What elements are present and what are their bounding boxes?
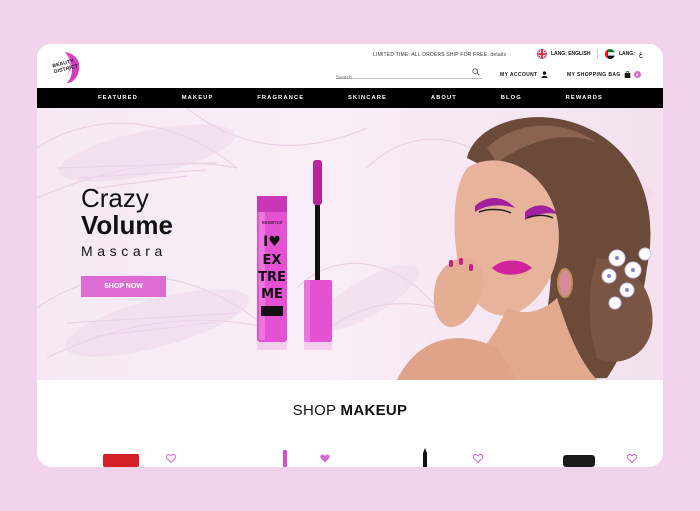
model-image <box>397 117 653 380</box>
wishlist-heart-icon[interactable] <box>473 454 483 463</box>
language-english-label: LANG: ENGLISH <box>551 51 591 57</box>
nav-item-featured[interactable]: FEATURED <box>98 95 138 101</box>
nav-item-skincare[interactable]: SKINCARE <box>348 95 387 101</box>
hero-banner: Crazy Volume Mascara SHOP NOW essence I♥… <box>37 108 663 380</box>
bag-icon <box>624 71 631 78</box>
wishlist-heart-icon-filled[interactable] <box>320 454 330 463</box>
uae-flag-icon <box>605 49 615 59</box>
nav-item-makeup[interactable]: MAKEUP <box>182 95 214 101</box>
arabic-glyph: ع <box>638 51 644 58</box>
hero-title-line3: Mascara <box>81 243 167 259</box>
nav-item-fragrance[interactable]: FRAGRANCE <box>257 95 304 101</box>
site-frame: BEAUTY DISTRICT LIMITED TIME: ALL ORDERS… <box>37 44 663 467</box>
search-input[interactable] <box>336 72 464 84</box>
search-box <box>336 66 482 84</box>
my-account-label: MY ACCOUNT <box>500 71 538 78</box>
product-thumb-lipstick[interactable] <box>101 452 141 467</box>
language-arabic-label: LANG: <box>619 51 635 57</box>
shop-now-button[interactable]: SHOP NOW <box>81 276 166 297</box>
mascara-name-line4: ME <box>261 287 283 302</box>
language-arabic[interactable]: LANG: ع <box>605 49 643 59</box>
mascara-product-image: essence I♥ EX TRE ME <box>257 160 332 350</box>
mascara-name-line2: EX <box>263 253 282 268</box>
wishlist-heart-icon[interactable] <box>166 454 176 463</box>
mascara-name-line3: TRE <box>258 270 286 285</box>
product-thumb-mascara[interactable] <box>281 450 289 467</box>
shop-heading-bold: MAKEUP <box>340 402 408 419</box>
shop-heading-light: SHOP <box>292 402 341 419</box>
hero-title-line2: Volume <box>81 210 173 240</box>
nav-item-rewards[interactable]: REWARDS <box>566 95 603 101</box>
mascara-name-line1: I♥ <box>263 234 281 250</box>
site-header: BEAUTY DISTRICT LIMITED TIME: ALL ORDERS… <box>37 44 663 88</box>
mascara-brand-text: essence <box>262 220 282 226</box>
search-icon[interactable] <box>472 68 480 76</box>
shopping-bag-link[interactable]: MY SHOPPING BAG 0 <box>567 71 641 78</box>
product-thumb-eyeliner[interactable] <box>421 448 429 467</box>
wishlist-heart-icon[interactable] <box>627 454 637 463</box>
main-nav: FEATURED MAKEUP FRAGRANCE SKINCARE ABOUT… <box>37 88 663 108</box>
nav-item-blog[interactable]: BLOG <box>501 95 522 101</box>
user-icon <box>540 71 548 78</box>
nav-item-about[interactable]: ABOUT <box>431 95 457 101</box>
brand-logo[interactable]: BEAUTY DISTRICT <box>51 50 85 84</box>
shopping-bag-label: MY SHOPPING BAG <box>567 71 621 78</box>
uk-flag-icon <box>537 49 547 59</box>
language-english[interactable]: LANG: ENGLISH <box>537 49 590 59</box>
shop-makeup-heading: SHOP MAKEUP <box>37 402 663 419</box>
my-account-link[interactable]: MY ACCOUNT <box>500 71 548 78</box>
promo-banner[interactable]: LIMITED TIME: ALL ORDERS SHIP FOR FREE. … <box>373 52 506 58</box>
language-divider <box>597 49 598 59</box>
bag-count-badge: 0 <box>633 71 641 78</box>
product-thumb-compact[interactable] <box>561 455 597 467</box>
